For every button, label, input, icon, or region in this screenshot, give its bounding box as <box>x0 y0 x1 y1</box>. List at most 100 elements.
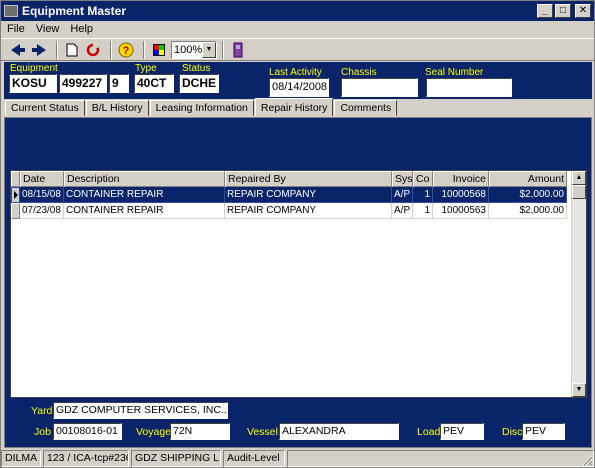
chassis-field[interactable] <box>341 78 418 97</box>
maximize-button[interactable]: □ <box>555 4 571 18</box>
table-row[interactable]: 08/15/08 CONTAINER REPAIR REPAIR COMPANY… <box>11 187 573 203</box>
equipment-master-window: Equipment Master _ □ ✕ File View Help ? <box>0 0 595 468</box>
minimize-button[interactable]: _ <box>537 4 553 18</box>
equipment-label: Equipment <box>10 63 58 74</box>
toolbar-separator <box>222 40 224 59</box>
menu-help[interactable]: Help <box>64 23 98 35</box>
vertical-scrollbar[interactable]: ▲ ▼ <box>571 171 586 397</box>
column-header-amount[interactable]: Amount <box>489 171 567 187</box>
cell-description: CONTAINER REPAIR <box>64 187 225 203</box>
status-empty-pane <box>287 450 594 467</box>
column-header-description[interactable]: Description <box>64 171 225 187</box>
load-label: Load <box>417 426 441 438</box>
close-button[interactable]: ✕ <box>575 4 591 18</box>
yard-field[interactable]: GDZ COMPUTER SERVICES, INC... <box>53 402 228 419</box>
row-indicator <box>11 187 20 203</box>
yard-label: Yard <box>31 405 53 417</box>
tab-strip: Current Status B/L History Leasing Infor… <box>5 98 398 117</box>
cell-amount: $2,000.00 <box>489 203 567 219</box>
type-field[interactable]: 40CT <box>134 74 174 93</box>
scroll-down-icon[interactable]: ▼ <box>572 383 586 397</box>
seal-number-field[interactable] <box>426 78 512 97</box>
tab-leasing-information[interactable]: Leasing Information <box>149 100 254 116</box>
cell-invoice: 10000563 <box>433 203 489 219</box>
disc-label: Disc <box>502 426 523 438</box>
chassis-label: Chassis <box>341 67 377 78</box>
svg-text:?: ? <box>123 45 130 57</box>
tab-current-status[interactable]: Current Status <box>5 100 85 116</box>
last-activity-field[interactable]: 08/14/2008 <box>269 78 329 97</box>
load-field[interactable]: PEV <box>440 423 484 440</box>
toolbar-separator <box>110 40 112 59</box>
seal-number-label: Seal Number <box>425 67 484 78</box>
row-indicator <box>11 203 20 219</box>
toolbar-separator <box>56 40 58 59</box>
job-field[interactable]: 00108016-01 <box>53 423 122 440</box>
zoom-select[interactable]: 100% ▼ <box>171 40 217 59</box>
scroll-thumb[interactable] <box>572 185 586 199</box>
status-audit-level: Audit-Level <box>223 450 285 467</box>
menu-bar: File View Help <box>1 21 594 37</box>
voyage-label: Voyage <box>136 426 172 438</box>
column-header-repaired-by[interactable]: Repaired By <box>225 171 392 187</box>
window-title: Equipment Master <box>22 4 127 18</box>
equipment-check-digit-field[interactable]: 9 <box>109 74 129 93</box>
zoom-value: 100% <box>174 43 203 56</box>
voyage-field[interactable]: 72N <box>170 423 230 440</box>
equipment-number-field[interactable]: 499227 <box>59 74 107 93</box>
equipment-prefix-field[interactable]: KOSU <box>9 74 57 93</box>
last-activity-label: Last Activity <box>269 67 322 78</box>
cell-repaired-by: REPAIR COMPANY <box>225 203 392 219</box>
column-header-date[interactable]: Date <box>20 171 64 187</box>
help-icon[interactable]: ? <box>117 41 135 59</box>
new-document-icon[interactable] <box>63 41 81 59</box>
cell-amount: $2,000.00 <box>489 187 567 203</box>
back-arrow-icon[interactable] <box>9 41 27 59</box>
status-label: Status <box>182 63 211 74</box>
cell-date: 08/15/08 <box>20 187 64 203</box>
chevron-down-icon[interactable]: ▼ <box>202 41 216 58</box>
cell-co: 1 <box>413 203 433 219</box>
status-shipping-line: GDZ SHIPPING LINE <box>131 450 221 467</box>
vessel-label: Vessel <box>247 426 278 438</box>
menu-file[interactable]: File <box>1 23 30 35</box>
cell-repaired-by: REPAIR COMPANY <box>225 187 392 203</box>
column-header-co[interactable]: Co <box>413 171 433 187</box>
disc-field[interactable]: PEV <box>522 423 565 440</box>
resize-grip-icon[interactable] <box>581 454 593 466</box>
tab-repair-history[interactable]: Repair History <box>254 98 334 116</box>
type-label: Type <box>135 63 157 74</box>
toolbar-separator <box>143 40 145 59</box>
current-row-arrow-icon <box>14 191 18 199</box>
app-icon <box>4 5 18 17</box>
forward-arrow-icon[interactable] <box>30 41 48 59</box>
cell-description: CONTAINER REPAIR <box>64 203 225 219</box>
cell-invoice: 10000568 <box>433 187 489 203</box>
status-bar: DILMA 123 / ICA-tcp#236 GDZ SHIPPING LIN… <box>1 450 594 467</box>
refresh-icon[interactable] <box>84 41 102 59</box>
cell-date: 07/23/08 <box>20 203 64 219</box>
grid-header-row: Date Description Repaired By Sys Co Invo… <box>11 171 573 187</box>
tab-comments[interactable]: Comments <box>334 100 398 116</box>
print-icon[interactable] <box>229 41 247 59</box>
cell-sys: A/P <box>392 187 413 203</box>
title-bar: Equipment Master _ □ ✕ <box>1 1 594 21</box>
repair-history-grid[interactable]: Date Description Repaired By Sys Co Invo… <box>10 170 587 398</box>
job-label: Job <box>34 426 51 438</box>
column-header-invoice[interactable]: Invoice <box>433 171 489 187</box>
cell-sys: A/P <box>392 203 413 219</box>
vessel-field[interactable]: ALEXANDRA <box>279 423 399 440</box>
equipment-header-panel: Equipment KOSU 499227 9 Type 40CT Status… <box>4 62 592 99</box>
status-field[interactable]: DCHE <box>179 74 219 93</box>
cell-co: 1 <box>413 187 433 203</box>
status-connection: 123 / ICA-tcp#236 <box>43 450 129 467</box>
grid-view-icon[interactable] <box>150 41 168 59</box>
tab-bl-history[interactable]: B/L History <box>85 100 149 116</box>
menu-view[interactable]: View <box>30 23 65 35</box>
table-row[interactable]: 07/23/08 CONTAINER REPAIR REPAIR COMPANY… <box>11 203 573 219</box>
row-indicator-header <box>11 171 20 187</box>
toolbar: ? 100% ▼ <box>1 38 594 61</box>
column-header-sys[interactable]: Sys <box>392 171 413 187</box>
scroll-up-icon[interactable]: ▲ <box>572 171 586 185</box>
status-user: DILMA <box>1 450 41 467</box>
